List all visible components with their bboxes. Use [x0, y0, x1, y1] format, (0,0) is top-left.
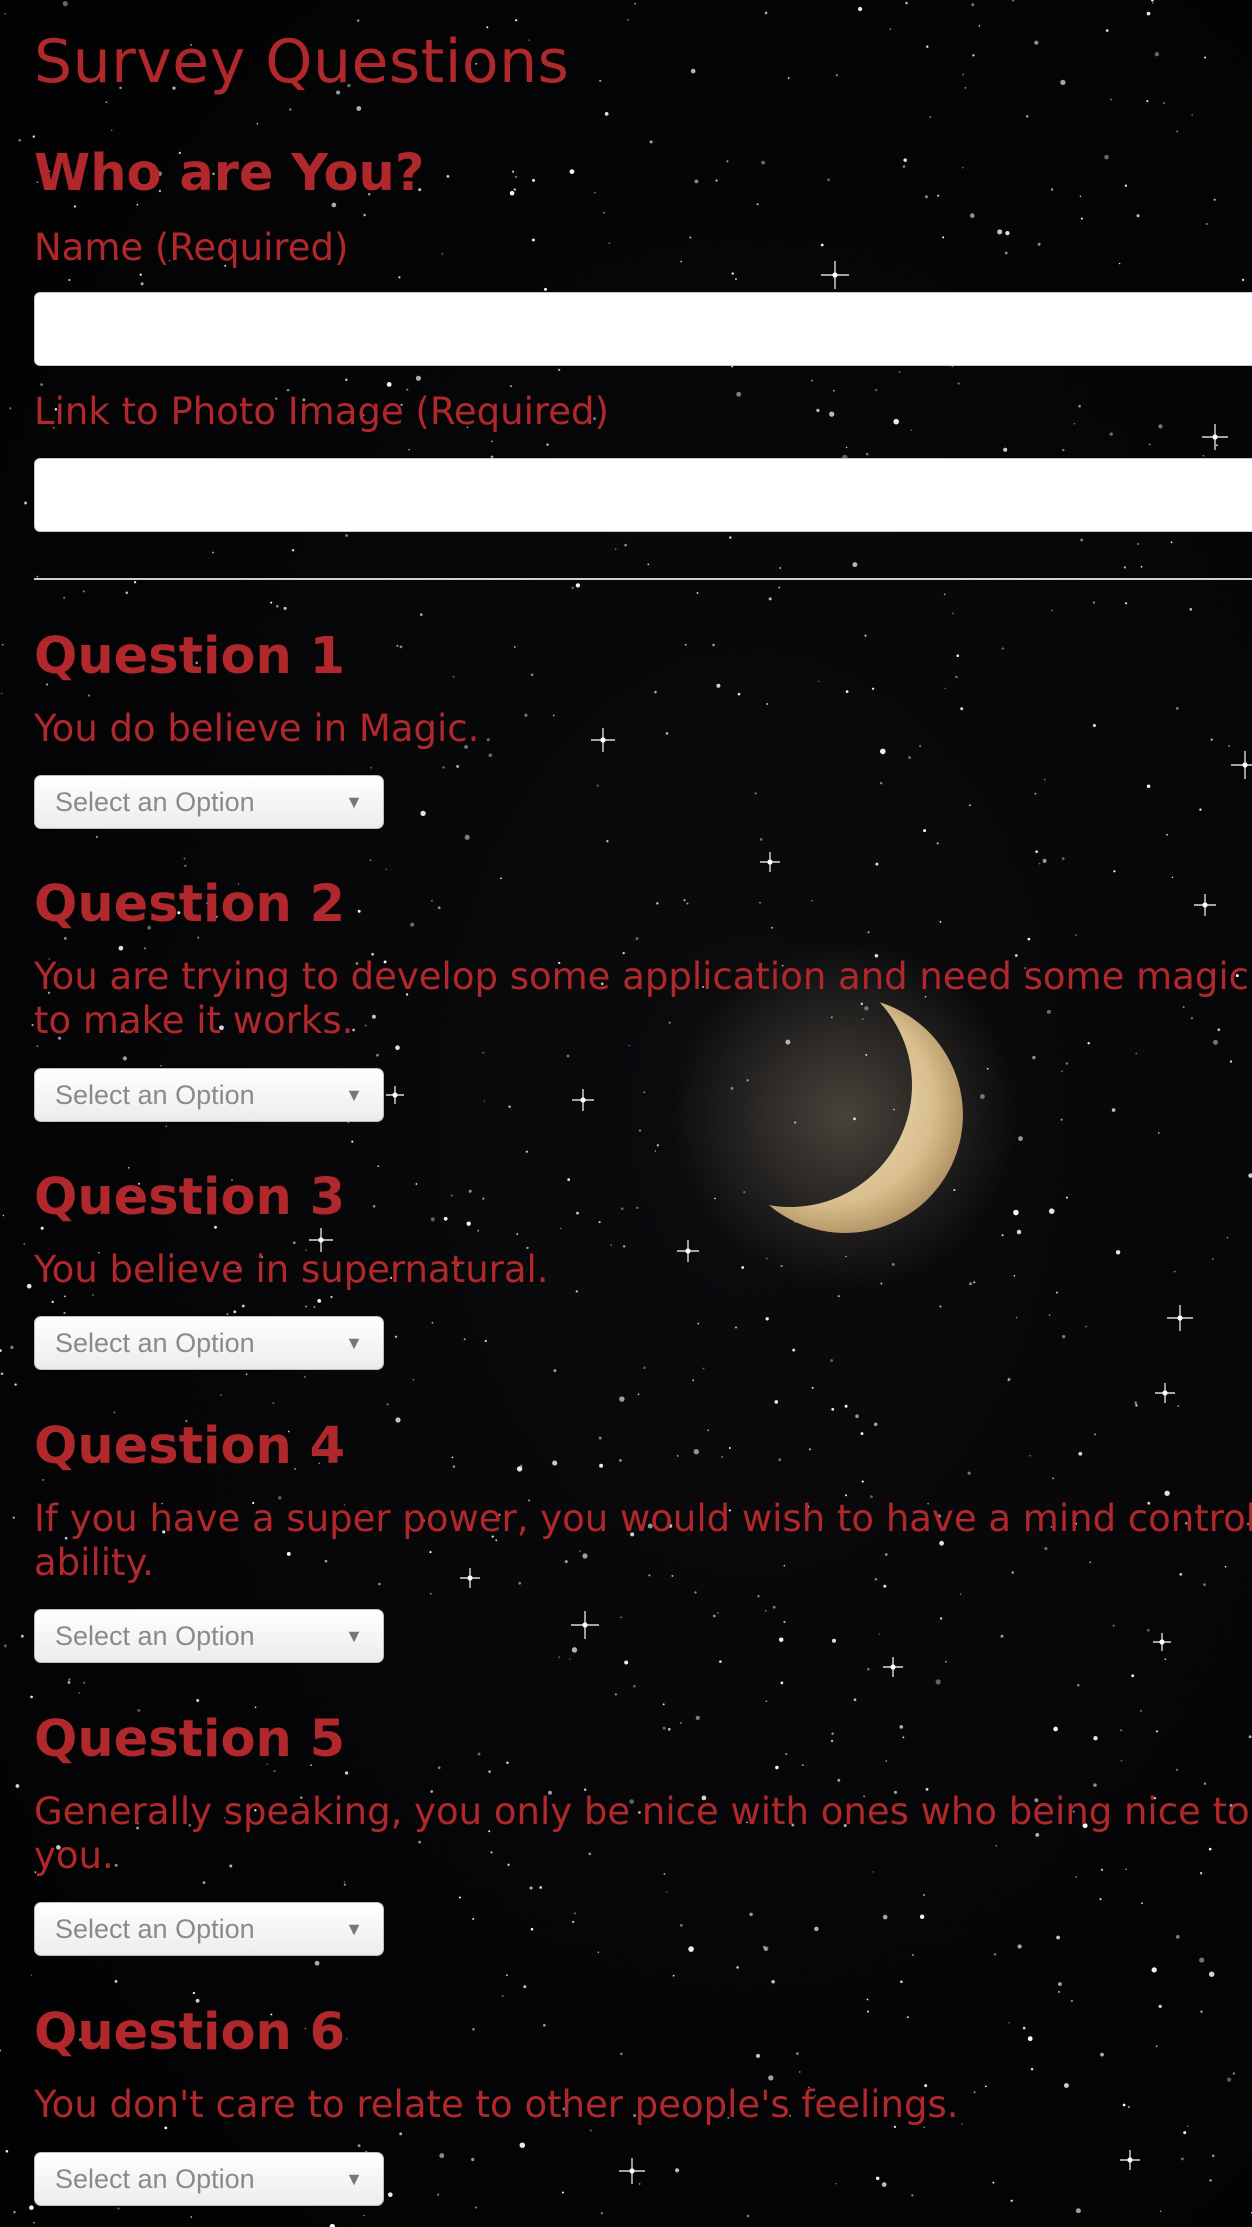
chevron-down-icon: ▼ [345, 791, 363, 812]
chevron-down-icon: ▼ [345, 1332, 363, 1353]
select-value: Select an Option [55, 786, 255, 817]
chevron-down-icon: ▼ [345, 1625, 363, 1646]
question-1-text: You do believe in Magic. [34, 707, 480, 750]
photo-link-label: Link to Photo Image (Required) [34, 390, 609, 433]
name-label: Name (Required) [34, 226, 349, 269]
select-value: Select an Option [55, 1079, 255, 1110]
divider [34, 578, 1252, 580]
select-value: Select an Option [55, 1620, 255, 1651]
question-4-title: Question 4 [34, 1417, 346, 1476]
question-6-select[interactable]: Select an Option ▼ [34, 2152, 384, 2206]
question-5-select[interactable]: Select an Option ▼ [34, 1902, 384, 1956]
photo-link-input[interactable] [34, 458, 1252, 532]
question-2-select[interactable]: Select an Option ▼ [34, 1068, 384, 1122]
question-6-text: You don't care to relate to other people… [34, 2083, 959, 2126]
question-2-text: You are trying to develop some applicati… [34, 955, 1249, 1042]
survey-form: Survey Questions Who are You? Name (Requ… [0, 0, 1252, 2227]
question-1-title: Question 1 [34, 627, 346, 686]
question-5-title: Question 5 [34, 1710, 346, 1769]
select-value: Select an Option [55, 1913, 255, 1944]
question-2-title: Question 2 [34, 875, 346, 934]
chevron-down-icon: ▼ [345, 2168, 363, 2189]
select-value: Select an Option [55, 1327, 255, 1358]
select-value: Select an Option [55, 2163, 255, 2194]
question-5-text: Generally speaking, you only be nice wit… [34, 1790, 1250, 1877]
chevron-down-icon: ▼ [345, 1084, 363, 1105]
name-input[interactable] [34, 292, 1252, 366]
chevron-down-icon: ▼ [345, 1918, 363, 1939]
section-title-identity: Who are You? [34, 144, 425, 203]
question-3-title: Question 3 [34, 1168, 346, 1227]
question-6-title: Question 6 [34, 2003, 346, 2062]
page-title: Survey Questions [34, 27, 570, 97]
question-3-select[interactable]: Select an Option ▼ [34, 1316, 384, 1370]
question-3-text: You believe in supernatural. [34, 1248, 549, 1291]
question-1-select[interactable]: Select an Option ▼ [34, 775, 384, 829]
question-4-text: If you have a super power, you would wis… [34, 1497, 1252, 1584]
question-4-select[interactable]: Select an Option ▼ [34, 1609, 384, 1663]
